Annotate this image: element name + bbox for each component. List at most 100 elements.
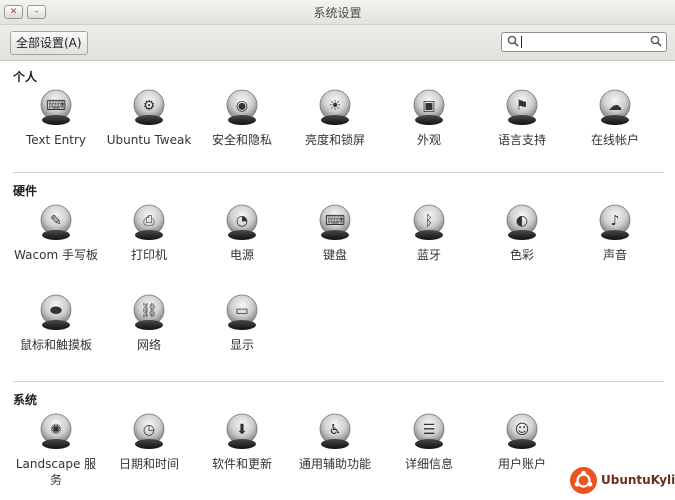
settings-item-label: Text Entry xyxy=(25,133,86,147)
universal-access-icon: ♿ xyxy=(316,412,354,450)
settings-item-user-accounts[interactable]: ☺ 用户账户 xyxy=(476,412,568,472)
settings-item-label: 详细信息 xyxy=(404,457,453,471)
settings-item-wacom-tablet[interactable]: ✎ Wacom 手写板 xyxy=(10,203,102,263)
svg-text:⛓: ⛓ xyxy=(140,303,158,319)
svg-text:⎙: ⎙ xyxy=(143,213,154,229)
software-updates-icon: ⬇ xyxy=(223,412,261,450)
power-icon: ◔ xyxy=(223,203,261,241)
svg-text:◔: ◔ xyxy=(236,213,248,229)
settings-item-sound[interactable]: ♪ 声音 xyxy=(569,203,661,263)
settings-item-label: Landscape 服务 xyxy=(15,457,97,487)
settings-item-label: 外观 xyxy=(416,133,441,147)
settings-item-printer[interactable]: ⎙ 打印机 xyxy=(103,203,195,263)
settings-item-label: 电源 xyxy=(229,248,254,262)
svg-text:◷: ◷ xyxy=(143,422,155,438)
settings-item-label: 网络 xyxy=(136,338,161,352)
ubuntukylin-logo: UbuntuKylin xyxy=(570,466,675,494)
color-icon: ◐ xyxy=(503,203,541,241)
svg-text:⌨: ⌨ xyxy=(325,213,345,229)
sound-icon: ♪ xyxy=(596,203,634,241)
bluetooth-icon: ᛒ xyxy=(410,203,448,241)
all-settings-button[interactable]: 全部设置(A) xyxy=(10,31,88,55)
divider xyxy=(13,172,664,173)
settings-item-universal-access[interactable]: ♿ 通用辅助功能 xyxy=(289,412,381,472)
title-bar: ✕ – 系统设置 xyxy=(0,0,675,25)
settings-item-appearance[interactable]: ▣ 外观 xyxy=(383,88,475,148)
language-support-icon: ⚑ xyxy=(503,88,541,126)
settings-item-label: 亮度和锁屏 xyxy=(304,133,365,147)
toolbar: 全部设置(A) xyxy=(0,25,675,61)
search-input[interactable] xyxy=(520,34,642,48)
details-icon: ☰ xyxy=(410,412,448,450)
settings-item-keyboard[interactable]: ⌨ 键盘 xyxy=(289,203,381,263)
settings-item-color[interactable]: ◐ 色彩 xyxy=(476,203,568,263)
svg-text:◐: ◐ xyxy=(516,213,528,229)
settings-item-label: Ubuntu Tweak xyxy=(106,133,192,147)
settings-item-security-privacy[interactable]: ◉ 安全和隐私 xyxy=(196,88,288,148)
svg-text:✺: ✺ xyxy=(50,422,62,438)
svg-text:☁: ☁ xyxy=(608,98,622,114)
settings-item-label: 语言支持 xyxy=(497,133,546,147)
wacom-tablet-icon: ✎ xyxy=(37,203,75,241)
text-cursor xyxy=(521,36,522,48)
window-title: 系统设置 xyxy=(313,6,362,20)
settings-item-power[interactable]: ◔ 电源 xyxy=(196,203,288,263)
user-accounts-icon: ☺ xyxy=(503,412,541,450)
appearance-icon: ▣ xyxy=(410,88,448,126)
settings-item-label: 软件和更新 xyxy=(211,457,272,471)
search-icon xyxy=(507,35,519,47)
date-time-icon: ◷ xyxy=(130,412,168,450)
svg-text:⬬: ⬬ xyxy=(50,303,62,319)
online-accounts-icon: ☁ xyxy=(596,88,634,126)
settings-item-network[interactable]: ⛓ 网络 xyxy=(103,293,195,353)
svg-text:◉: ◉ xyxy=(236,98,248,114)
settings-item-label: 打印机 xyxy=(130,248,167,262)
section-title-hardware: 硬件 xyxy=(13,184,38,198)
svg-text:✎: ✎ xyxy=(50,213,62,229)
settings-item-ubuntu-tweak[interactable]: ⚙ Ubuntu Tweak xyxy=(103,88,195,148)
settings-item-bluetooth[interactable]: ᛒ 蓝牙 xyxy=(383,203,475,263)
svg-text:♿: ♿ xyxy=(329,422,342,438)
settings-item-label: 色彩 xyxy=(509,248,534,262)
settings-item-label: Wacom 手写板 xyxy=(14,248,98,262)
search-icon-secondary[interactable] xyxy=(650,35,662,47)
settings-item-text-entry[interactable]: ⌨ Text Entry xyxy=(10,88,102,148)
settings-item-language-support[interactable]: ⚑ 语言支持 xyxy=(476,88,568,148)
settings-item-mouse-touchpad[interactable]: ⬬ 鼠标和触摸板 xyxy=(10,293,102,353)
settings-item-display[interactable]: ▭ 显示 xyxy=(196,293,288,353)
settings-item-label: 显示 xyxy=(229,338,254,352)
search-box[interactable] xyxy=(501,32,667,52)
divider xyxy=(13,381,664,382)
settings-item-software-updates[interactable]: ⬇ 软件和更新 xyxy=(196,412,288,472)
svg-text:ᛒ: ᛒ xyxy=(425,213,433,229)
svg-text:♪: ♪ xyxy=(611,213,620,229)
logo-text: UbuntuKylin xyxy=(601,473,675,487)
security-privacy-icon: ◉ xyxy=(223,88,261,126)
display-icon: ▭ xyxy=(223,293,261,331)
svg-text:☀: ☀ xyxy=(329,98,342,114)
svg-text:▣: ▣ xyxy=(422,98,435,114)
svg-text:☺: ☺ xyxy=(515,422,530,438)
settings-item-label: 日期和时间 xyxy=(118,457,179,471)
settings-item-label: 用户账户 xyxy=(497,457,546,471)
text-entry-icon: ⌨ xyxy=(37,88,75,126)
settings-item-label: 蓝牙 xyxy=(416,248,441,262)
brightness-lock-icon: ☀ xyxy=(316,88,354,126)
section-title-system: 系统 xyxy=(13,393,38,407)
settings-item-label: 鼠标和触摸板 xyxy=(19,338,92,352)
svg-text:⬇: ⬇ xyxy=(236,422,248,438)
section-title-personal: 个人 xyxy=(13,70,38,84)
settings-item-date-time[interactable]: ◷ 日期和时间 xyxy=(103,412,195,472)
settings-item-details[interactable]: ☰ 详细信息 xyxy=(383,412,475,472)
ubuntu-circle-icon xyxy=(570,466,597,494)
svg-text:⚙: ⚙ xyxy=(143,98,156,114)
ubuntu-tweak-icon: ⚙ xyxy=(130,88,168,126)
settings-item-brightness-lock[interactable]: ☀ 亮度和锁屏 xyxy=(289,88,381,148)
settings-item-online-accounts[interactable]: ☁ 在线帐户 xyxy=(569,88,661,148)
settings-item-label: 安全和隐私 xyxy=(211,133,272,147)
landscape-icon: ✺ xyxy=(37,412,75,450)
settings-item-landscape[interactable]: ✺ Landscape 服务 xyxy=(10,412,102,488)
settings-item-label: 在线帐户 xyxy=(590,133,639,147)
keyboard-icon: ⌨ xyxy=(316,203,354,241)
printer-icon: ⎙ xyxy=(130,203,168,241)
